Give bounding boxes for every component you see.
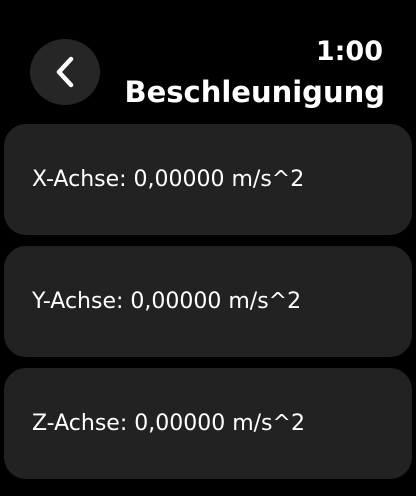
page-title: Beschleunigung xyxy=(124,75,385,109)
y-axis-card[interactable]: Y-Achse: 0,00000 m/s^2 xyxy=(4,246,412,357)
x-axis-reading: X-Achse: 0,00000 m/s^2 xyxy=(32,166,305,192)
x-axis-card[interactable]: X-Achse: 0,00000 m/s^2 xyxy=(4,124,412,235)
y-axis-reading: Y-Achse: 0,00000 m/s^2 xyxy=(32,288,302,314)
z-axis-card[interactable]: Z-Achse: 0,00000 m/s^2 xyxy=(4,368,412,479)
chevron-left-icon xyxy=(54,55,76,89)
z-axis-reading: Z-Achse: 0,00000 m/s^2 xyxy=(32,410,305,436)
back-button[interactable] xyxy=(30,39,100,105)
clock-time: 1:00 xyxy=(315,36,383,67)
